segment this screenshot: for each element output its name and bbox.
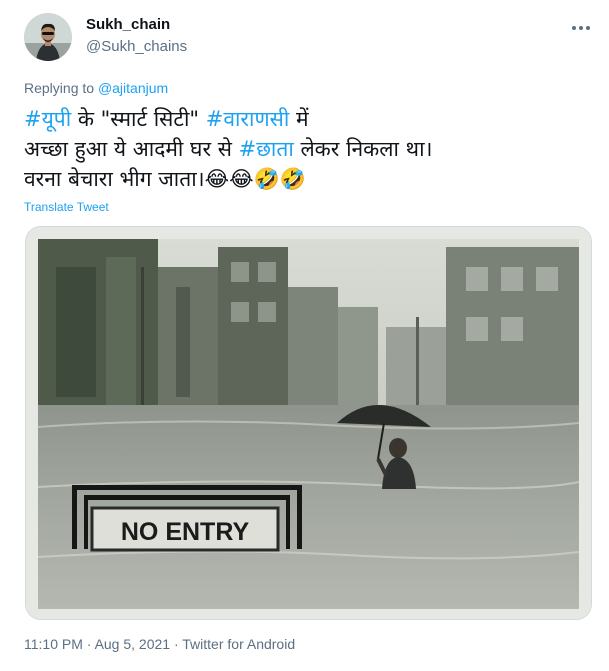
tweet-text: #यूपी के "स्मार्ट सिटी" #वाराणसी में अच्… [24,104,594,194]
avatar[interactable] [24,13,72,61]
tweet-text-line: #यूपी के "स्मार्ट सिटी" #वाराणसी में [24,104,594,134]
tweet-text-segment: लेकर निकला था। [293,137,433,161]
tweet-time[interactable]: 11:10 PM [24,636,83,652]
meta-separator: · [170,636,183,652]
translate-tweet-link[interactable]: Translate Tweet [24,200,109,214]
tweet-text-segment: में [289,107,309,131]
tweet-text-line: वरना बेचारा भीग जाता।😂😂🤣🤣 [24,164,594,194]
tweet-source[interactable]: Twitter for Android [182,636,295,652]
user-handle[interactable]: @Sukh_chains [86,38,187,55]
display-name[interactable]: Sukh_chain [86,16,170,33]
tweet: Sukh_chain @Sukh_chains Replying to @aji… [0,0,609,671]
hashtag-link[interactable]: #वाराणसी [206,107,290,131]
hashtag-link[interactable]: #छाता [239,137,294,161]
more-horizontal-icon [571,26,592,30]
replying-to-label: Replying to [24,80,95,96]
tweet-text-segment: अच्छा हुआ ये आदमी घर से [24,137,239,161]
meta-separator: · [82,636,95,652]
no-entry-sign-text: NO ENTRY [121,518,250,546]
emoji-group: 😂😂🤣🤣 [204,167,306,191]
more-options-button[interactable] [566,18,596,38]
tweet-date[interactable]: Aug 5, 2021 [95,636,171,652]
tweet-media-image[interactable]: NO ENTRY [25,226,592,620]
tweet-metadata: 11:10 PM · Aug 5, 2021 · Twitter for And… [24,636,295,652]
hashtag-link[interactable]: #यूपी [24,107,71,131]
tweet-text-segment: वरना बेचारा भीग जाता। [24,167,205,191]
tweet-text-segment: के "स्मार्ट सिटी" [71,107,206,131]
reply-mention-link[interactable]: @ajitanjum [98,80,168,96]
replying-to: Replying to @ajitanjum [24,80,168,96]
tweet-text-line: अच्छा हुआ ये आदमी घर से #छाता लेकर निकला… [24,134,594,164]
